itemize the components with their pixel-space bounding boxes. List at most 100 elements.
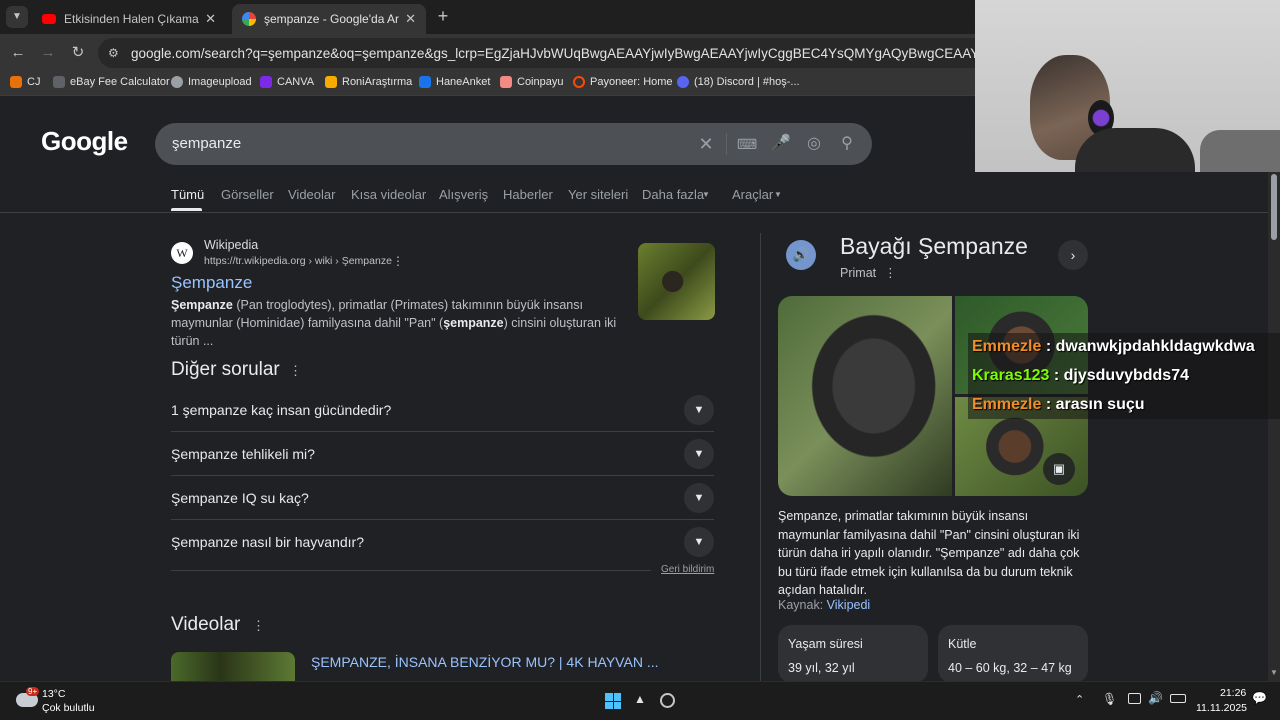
tab-google-search[interactable]: şempanze - Google'da Ara ✕ (232, 4, 426, 34)
clock-date[interactable]: 11.11.2025 (1196, 702, 1247, 714)
bookmark-roniarastirma[interactable]: RoniAraştırma (325, 76, 412, 88)
fact-label: Yaşam süresi (788, 637, 863, 651)
chevron-down-icon[interactable]: ▼ (684, 439, 714, 469)
bookmark-payoneer[interactable]: Payoneer: Home (573, 76, 673, 88)
result-breadcrumb: https://tr.wikipedia.org › wiki › Şempan… (204, 255, 392, 267)
tab-more[interactable]: Daha fazla (642, 187, 704, 202)
tab-title: Etkisinden Halen Çıkamadığım (64, 12, 199, 26)
scrollbar-track[interactable]: ▼ (1268, 172, 1280, 681)
site-info-icon[interactable]: ⚙ (108, 46, 119, 60)
result-snippet: Şempanze (Pan troglodytes), primatlar (P… (171, 296, 621, 350)
kp-divider (760, 233, 761, 683)
speaker-icon[interactable]: 🔊 (786, 240, 816, 270)
bookmark-canva[interactable]: CANVA (260, 76, 314, 88)
source-link[interactable]: Vikipedi (827, 598, 871, 612)
fact-card-lifespan[interactable]: Yaşam süresi 39 yıl, 32 yıl (778, 625, 928, 683)
chevron-down-icon[interactable]: ▼ (684, 483, 714, 513)
start-button[interactable] (605, 693, 621, 709)
weather-badge: 9+ (26, 687, 40, 696)
scroll-down-arrow[interactable]: ▼ (1270, 668, 1278, 677)
result-thumbnail[interactable] (638, 243, 715, 320)
kp-expand-button[interactable]: › (1058, 240, 1088, 270)
tab-web[interactable]: Yer siteleri (568, 187, 628, 202)
tab-short-videos[interactable]: Kısa videolar (351, 187, 426, 202)
chart-icon (419, 76, 431, 88)
bookmark-haneanket[interactable]: HaneAnket (419, 76, 490, 88)
taskbar-app-icon[interactable]: ▲ (632, 692, 648, 708)
more-options-icon[interactable]: ⋮ (884, 266, 897, 280)
bookmark-imageupload[interactable]: Imageupload (171, 76, 252, 88)
tab-all[interactable]: Tümü (171, 187, 204, 202)
wikipedia-favicon: W (171, 242, 193, 264)
kp-source: Kaynak: Vikipedi (778, 598, 870, 612)
forward-button[interactable]: → (38, 43, 58, 63)
chat-message: Kraras123 : djysduvybdds74 (972, 367, 1189, 385)
search-input[interactable]: şempanze (172, 135, 241, 152)
google-logo[interactable]: Google (41, 126, 128, 157)
windows-logo-tile (605, 693, 613, 701)
volume-icon[interactable]: 🔊 (1148, 691, 1163, 705)
chevron-up-icon[interactable]: ⌃ (1075, 693, 1084, 706)
tab-youtube[interactable]: Etkisinden Halen Çıkamadığım ✕ (32, 4, 226, 34)
paa-question[interactable]: Şempanze IQ su kaç? (171, 490, 309, 506)
payoneer-icon (573, 76, 585, 88)
more-options-icon[interactable]: ⋮ (392, 254, 404, 268)
keyboard-icon[interactable]: ⌨ (737, 134, 757, 154)
source-label: Kaynak: (778, 598, 824, 612)
fact-card-mass[interactable]: Kütle 40 – 60 kg, 32 – 47 kg (938, 625, 1088, 683)
bookmark-label: HaneAnket (436, 76, 491, 88)
lens-icon[interactable]: ◎ (804, 134, 824, 154)
chrome-taskbar-icon[interactable] (660, 693, 675, 708)
snippet-bold: şempanze (443, 316, 504, 330)
tab-images[interactable]: Görseller (221, 187, 274, 202)
chat-user: Kraras123 (972, 367, 1050, 384)
notification-icon[interactable]: 💬 (1252, 691, 1267, 705)
tab-videos[interactable]: Videolar (288, 187, 335, 202)
network-icon[interactable] (1128, 693, 1141, 704)
close-tab-icon[interactable]: ✕ (405, 11, 416, 27)
bookmark-ebay[interactable]: eBay Fee Calculator (53, 76, 170, 88)
tab-news[interactable]: Haberler (503, 187, 553, 202)
kp-main-image[interactable] (778, 296, 952, 496)
tab-shopping[interactable]: Alışveriş (439, 187, 488, 202)
weather-widget[interactable]: 9+ 13°C Çok bulutlu (14, 685, 124, 717)
person-shoulder (1075, 128, 1195, 172)
close-tab-icon[interactable]: ✕ (205, 11, 216, 27)
weather-temp: 13°C (42, 688, 66, 700)
scrollbar-thumb[interactable] (1271, 174, 1277, 240)
fact-label: Kütle (948, 637, 977, 651)
chevron-down-icon[interactable]: ▼ (684, 395, 714, 425)
clear-icon[interactable]: ✕ (696, 134, 716, 154)
bookmark-discord[interactable]: (18) Discord | #hoş-... (677, 76, 800, 88)
new-tab-button[interactable]: + (434, 7, 452, 25)
more-options-icon[interactable]: ⋮ (289, 363, 302, 379)
search-box[interactable]: şempanze ✕ ⌨ 🎤 ◎ ⚲ (155, 123, 872, 165)
search-icon[interactable]: ⚲ (837, 134, 857, 154)
paa-question[interactable]: 1 şempanze kaç insan gücündedir? (171, 402, 391, 418)
videos-heading: Videolar (171, 614, 241, 635)
back-button[interactable]: ← (8, 43, 28, 63)
clock-time[interactable]: 21:26 (1220, 687, 1246, 699)
battery-icon[interactable] (1170, 694, 1186, 703)
reload-button[interactable]: ↻ (68, 43, 88, 63)
tab-search-button[interactable]: ▼ (6, 6, 28, 28)
video-title-link[interactable]: ŞEMPANZE, İNSANA BENZİYOR MU? | 4K HAYVA… (311, 654, 659, 670)
image-gallery-icon[interactable]: ▣ (1043, 453, 1075, 485)
tab-tools[interactable]: Araçlar (732, 187, 773, 202)
chevron-down-icon[interactable]: ▼ (684, 527, 714, 557)
windows-taskbar: 9+ 13°C Çok bulutlu ▲ ⌃ 🎙 🔊 21:26 11.11.… (0, 681, 1280, 720)
snippet-bold: Şempanze (171, 298, 233, 312)
video-thumbnail[interactable] (171, 652, 295, 681)
feedback-link[interactable]: Geri bildirim (661, 564, 714, 575)
more-options-icon[interactable]: ⋮ (252, 618, 265, 634)
bookmark-coinpayu[interactable]: Coinpayu (500, 76, 563, 88)
paa-question[interactable]: Şempanze nasıl bir hayvandır? (171, 534, 364, 550)
divider (171, 475, 714, 476)
microphone-icon[interactable]: 🎙 (1102, 692, 1117, 706)
paa-question[interactable]: Şempanze tehlikeli mi? (171, 446, 315, 462)
microphone-icon[interactable]: 🎤 (771, 134, 791, 154)
address-bar[interactable]: ⚙ google.com/search?q=şempanze&oq=şempan… (98, 38, 1153, 68)
chat-overlay: Emmezle : dwanwkjpdahkldagwkdwa Kraras12… (968, 333, 1280, 419)
bookmark-cj[interactable]: CJ (10, 76, 40, 88)
result-title-link[interactable]: Şempanze (171, 273, 252, 293)
